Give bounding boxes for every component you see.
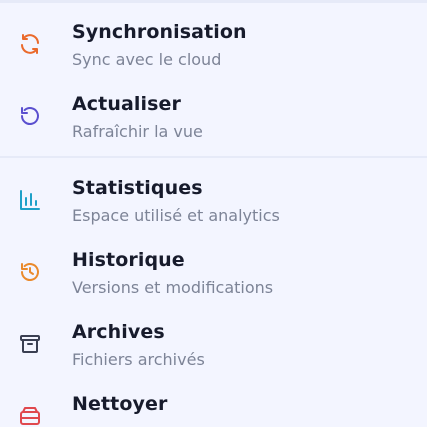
- sync-description: Sync avec le cloud: [72, 50, 222, 69]
- menu-item-sync[interactable]: Synchronisation Sync avec le cloud: [0, 12, 427, 84]
- drive-icon: [18, 404, 42, 427]
- refresh-label: Actualiser: [72, 93, 181, 115]
- sync-label: Synchronisation: [72, 21, 247, 43]
- bar-chart-icon: [18, 188, 42, 212]
- sync-icon: [18, 32, 42, 56]
- archives-description: Fichiers archivés: [72, 350, 205, 369]
- section-divider: [0, 156, 427, 158]
- stats-description: Espace utilisé et analytics: [72, 206, 280, 225]
- history-icon: [18, 260, 42, 284]
- stats-label: Statistiques: [72, 177, 203, 199]
- menu-item-stats[interactable]: Statistiques Espace utilisé et analytics: [0, 168, 427, 240]
- refresh-icon: [18, 104, 42, 128]
- menu-item-cleanup[interactable]: Nettoyer: [0, 384, 427, 427]
- archives-label: Archives: [72, 321, 165, 343]
- top-divider: [0, 0, 427, 3]
- cleanup-label: Nettoyer: [72, 393, 168, 415]
- refresh-description: Rafraîchir la vue: [72, 122, 203, 141]
- menu-item-archives[interactable]: Archives Fichiers archivés: [0, 312, 427, 384]
- history-label: Historique: [72, 249, 185, 271]
- archive-icon: [18, 332, 42, 356]
- history-description: Versions et modifications: [72, 278, 274, 297]
- menu-item-refresh[interactable]: Actualiser Rafraîchir la vue: [0, 84, 427, 156]
- menu-item-history[interactable]: Historique Versions et modifications: [0, 240, 427, 312]
